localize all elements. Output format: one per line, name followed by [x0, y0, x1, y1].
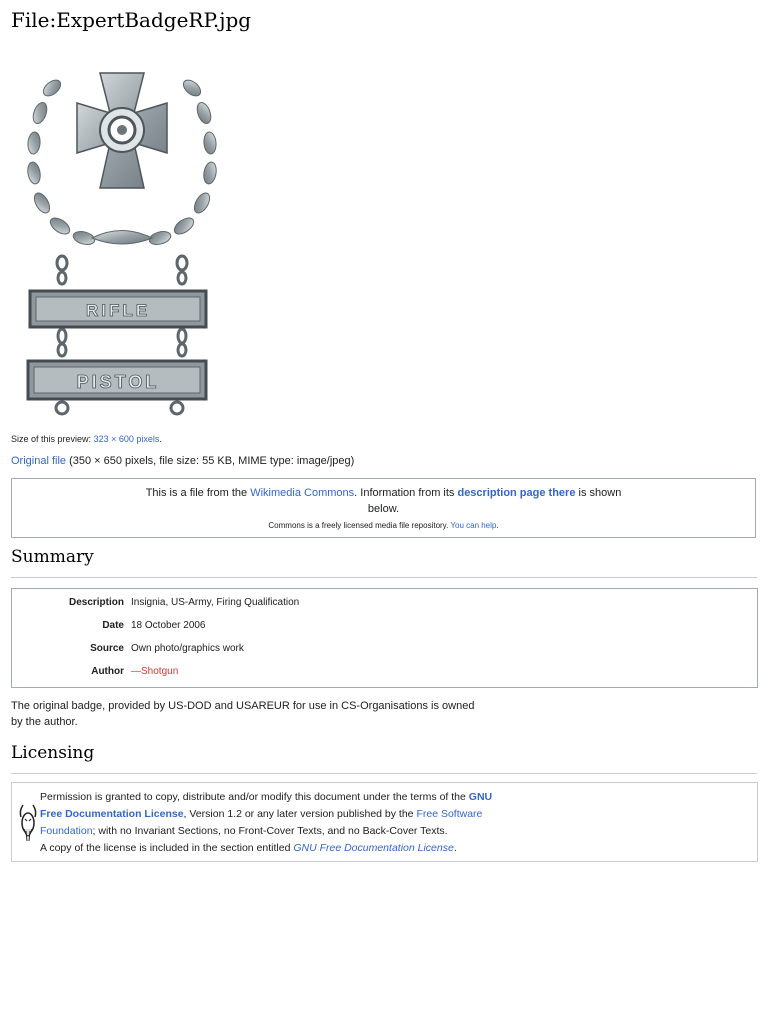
info-value: Own photo/graphics work [131, 643, 244, 654]
badge-image[interactable]: RIFLE PISTOL [22, 58, 222, 420]
page-title: File:ExpertBadgeRP.jpg [11, 8, 252, 32]
commons-text-1: This is a file from the [145, 487, 251, 499]
license-text-3: ; with no Invariant Sections, no Front-C… [92, 825, 448, 837]
licensing-heading: Licensing [11, 743, 95, 763]
info-value: Insignia, US-Army, Firing Qualification [131, 597, 300, 608]
info-label: Date [102, 620, 124, 631]
original-file-link[interactable]: Original file [11, 455, 66, 467]
author-link[interactable]: —Shotgun [131, 666, 178, 677]
preview-size: Size of this preview: 323 × 600 pixels. [11, 434, 162, 444]
preview-size-link[interactable]: 323 × 600 pixels [94, 434, 160, 444]
commons-text-2: . Information from its [354, 487, 458, 499]
license-text-1: Permission is granted to copy, distribut… [40, 791, 469, 803]
preview-size-label: Size of this preview: [11, 434, 92, 444]
description-page-link[interactable]: description page there [457, 487, 575, 499]
info-label: Description [68, 597, 124, 608]
info-row-description: Description Insignia, US-Army, Firing Qu… [12, 597, 757, 611]
info-label: Author [91, 666, 124, 677]
you-can-help-link[interactable]: You can help [450, 521, 496, 530]
info-row-author: Author —Shotgun [12, 666, 757, 680]
gfdl-section-link[interactable]: GNU Free Documentation License [293, 842, 454, 854]
commons-notice-text: This is a file from the Wikimedia Common… [12, 485, 755, 517]
preview-size-end: . [159, 434, 162, 444]
commons-note-text: Commons is a freely licensed media file … [268, 521, 451, 530]
license-text-4: A copy of the license is included in the… [40, 842, 294, 854]
original-file-info: Original file (350 × 650 pixels, file si… [11, 455, 354, 467]
information-table: Description Insignia, US-Army, Firing Qu… [11, 588, 758, 688]
rifle-bar-text: RIFLE [86, 301, 150, 320]
gfdl-license-box: Permission is granted to copy, distribut… [11, 782, 758, 862]
license-text-2: , Version 1.2 or any later version publi… [183, 808, 417, 820]
gnu-head-icon [19, 804, 37, 842]
commons-note: Commons is a freely licensed media file … [12, 521, 755, 530]
wikimedia-commons-link[interactable]: Wikimedia Commons [250, 487, 354, 499]
info-value: 18 October 2006 [131, 620, 206, 631]
license-text: Permission is granted to copy, distribut… [40, 789, 510, 857]
info-row-date: Date 18 October 2006 [12, 620, 757, 634]
info-label: Source [90, 643, 124, 654]
badge-ownership-note: The original badge, provided by US-DOD a… [11, 700, 475, 728]
commons-notice: This is a file from the Wikimedia Common… [11, 478, 756, 538]
summary-divider [11, 577, 757, 578]
commons-note-end: . [496, 521, 499, 530]
original-file-details: (350 × 650 pixels, file size: 55 KB, MIM… [69, 455, 355, 467]
license-text-5: . [453, 842, 457, 854]
licensing-divider [11, 773, 757, 774]
info-row-source: Source Own photo/graphics work [12, 643, 757, 657]
summary-heading: Summary [11, 547, 94, 567]
pistol-bar-text: PISTOL [77, 372, 160, 392]
